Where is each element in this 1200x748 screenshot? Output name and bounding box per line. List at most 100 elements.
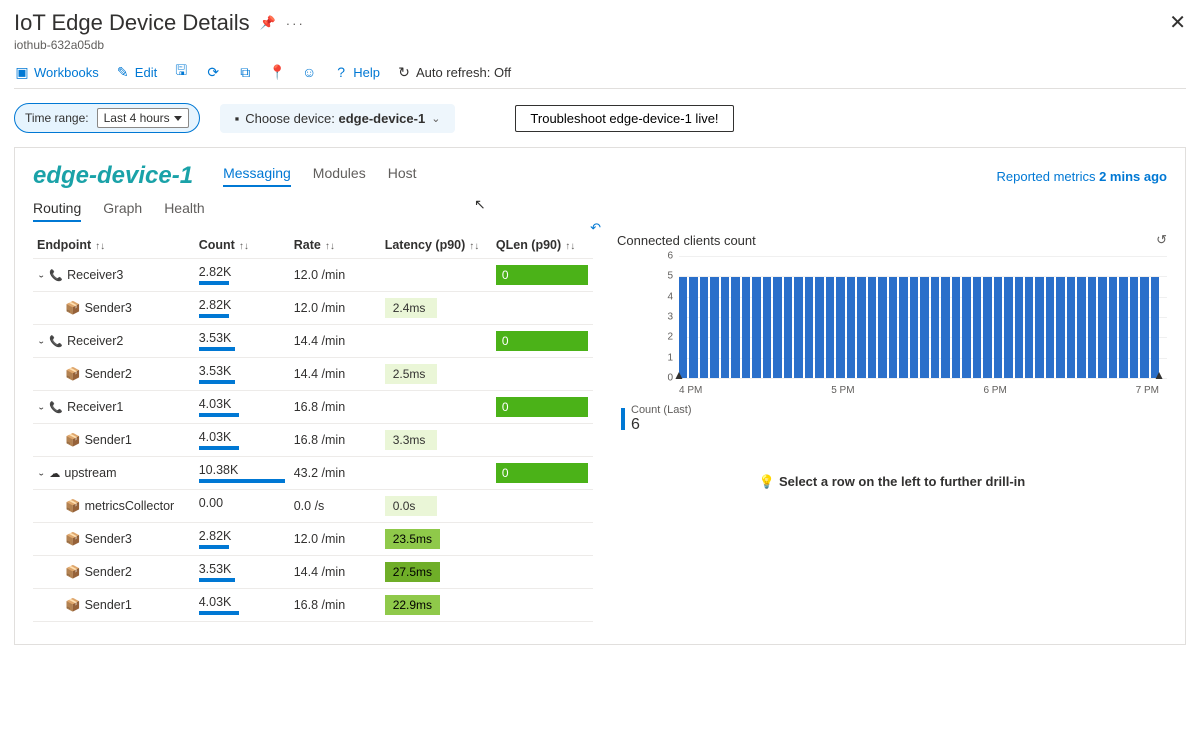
save-icon[interactable]: 🖫 (173, 64, 189, 80)
tab-host[interactable]: Host (388, 165, 417, 187)
chart-bar (931, 277, 939, 378)
count-value: 4.03K (199, 595, 286, 609)
count-value: 0.00 (199, 496, 286, 510)
close-icon[interactable]: ✕ (1169, 10, 1186, 35)
x-tick: 4 PM (679, 385, 702, 396)
chevron-down-icon[interactable]: ⌄ (37, 403, 45, 412)
subtitle: iothub-632a05db (14, 38, 305, 52)
endpoint-name: Receiver2 (67, 334, 123, 348)
choose-device-button[interactable]: ▪ Choose device: edge-device-1 ⌄ (220, 104, 456, 133)
chart-bar (784, 277, 792, 378)
more-icon[interactable]: ··· (286, 16, 305, 31)
chevron-down-icon[interactable]: ⌄ (37, 271, 45, 280)
th-latency[interactable]: Latency (p90)↑↓ (381, 232, 492, 259)
chart-bar (994, 277, 1002, 378)
chart-bar (857, 277, 865, 378)
endpoint-name: Sender3 (85, 532, 132, 546)
chart-bar (731, 277, 739, 378)
auto-refresh-button[interactable]: ↻Auto refresh: Off (396, 64, 511, 80)
chart-bar (878, 277, 886, 378)
range-handle-left[interactable]: ▲ (673, 368, 685, 382)
chart-area[interactable]: 0123456 ▲ ▲ 4 PM5 PM6 PM7 PM (617, 256, 1167, 396)
pin-icon[interactable]: 📌 (260, 15, 276, 31)
chart-bar (1077, 277, 1085, 378)
table-row[interactable]: 📦Sender32.82K12.0 /min23.5ms (33, 523, 593, 556)
table-row[interactable]: 📦Sender14.03K16.8 /min3.3ms (33, 424, 593, 457)
chart-bar (962, 277, 970, 378)
edit-button[interactable]: ✎Edit (115, 64, 157, 80)
tab-graph[interactable]: Graph (103, 200, 142, 222)
chart-bar (910, 277, 918, 378)
drill-hint: 💡Select a row on the left to further dri… (617, 474, 1167, 490)
routing-table: Endpoint↑↓ Count↑↓ Rate↑↓ Latency (p90)↑… (33, 232, 593, 622)
rate-value: 12.0 /min (290, 259, 381, 292)
share-icon[interactable]: ⧉ (237, 64, 253, 80)
feedback-icon[interactable]: ☺ (301, 64, 317, 80)
chart-bar (1140, 277, 1148, 378)
table-row[interactable]: ⌄📞Receiver23.53K14.4 /min0 (33, 325, 593, 358)
rate-value: 12.0 /min (290, 292, 381, 325)
y-tick: 2 (667, 332, 673, 343)
chart-bar (1025, 277, 1033, 378)
table-row[interactable]: 📦metricsCollector0.000.0 /s0.0s (33, 490, 593, 523)
chart-bar (1056, 277, 1064, 378)
chevron-down-icon[interactable]: ⌄ (37, 469, 45, 478)
phone-icon: 📞 (49, 269, 63, 282)
chart-bar (1098, 277, 1106, 378)
workbooks-button[interactable]: ▣Workbooks (14, 64, 99, 80)
count-value: 4.03K (199, 397, 286, 411)
latency-badge: 22.9ms (385, 595, 440, 615)
count-value: 2.82K (199, 265, 286, 279)
table-row[interactable]: ⌄📞Receiver14.03K16.8 /min0 (33, 391, 593, 424)
package-icon: 📦 (65, 532, 81, 547)
help-button[interactable]: ?Help (333, 64, 380, 80)
chevron-down-icon[interactable]: ⌄ (37, 337, 45, 346)
th-rate[interactable]: Rate↑↓ (290, 232, 381, 259)
tab-modules[interactable]: Modules (313, 165, 366, 187)
th-count[interactable]: Count↑↓ (195, 232, 290, 259)
chart-bar (700, 277, 708, 378)
rate-value: 0.0 /s (290, 490, 381, 523)
qlen-badge: 0 (496, 331, 588, 351)
chart-bar (1035, 277, 1043, 378)
table-row[interactable]: 📦Sender23.53K14.4 /min2.5ms (33, 358, 593, 391)
count-value: 3.53K (199, 331, 286, 345)
y-tick: 5 (667, 271, 673, 282)
table-row[interactable]: 📦Sender23.53K14.4 /min27.5ms (33, 556, 593, 589)
package-icon: 📦 (65, 433, 81, 448)
endpoint-name: Sender2 (85, 565, 132, 579)
chart-bar (1151, 277, 1159, 378)
undo-icon[interactable]: ↶ (590, 220, 601, 236)
table-row[interactable]: ⌄☁upstream10.38K43.2 /min0 (33, 457, 593, 490)
range-handle-right[interactable]: ▲ (1153, 368, 1165, 382)
tab-health[interactable]: Health (164, 200, 204, 222)
troubleshoot-button[interactable]: Troubleshoot edge-device-1 live! (515, 105, 733, 132)
endpoint-name: metricsCollector (85, 499, 175, 513)
time-range-select[interactable]: Last 4 hours (97, 108, 189, 128)
history-icon[interactable]: ↺ (1156, 232, 1167, 248)
endpoint-name: Sender1 (85, 433, 132, 447)
tab-routing[interactable]: Routing (33, 200, 81, 222)
th-endpoint[interactable]: Endpoint↑↓ (33, 232, 195, 259)
rate-value: 14.4 /min (290, 556, 381, 589)
package-icon: 📦 (65, 598, 81, 613)
x-tick: 7 PM (1136, 385, 1159, 396)
help-icon: ? (333, 64, 349, 80)
chart-bar (1046, 277, 1054, 378)
chart-bar (1004, 277, 1012, 378)
table-row[interactable]: 📦Sender32.82K12.0 /min2.4ms (33, 292, 593, 325)
table-row[interactable]: 📦Sender14.03K16.8 /min22.9ms (33, 589, 593, 622)
bulb-icon: 💡 (759, 474, 775, 489)
time-range-pill[interactable]: Time range: Last 4 hours (14, 103, 200, 133)
table-row[interactable]: ⌄📞Receiver32.82K12.0 /min0 (33, 259, 593, 292)
pin-toolbar-icon[interactable]: 📍 (269, 64, 285, 80)
tab-messaging[interactable]: Messaging (223, 165, 291, 187)
chart-bar (941, 277, 949, 378)
chart-bar (1067, 277, 1075, 378)
latency-badge: 2.5ms (385, 364, 437, 384)
th-qlen[interactable]: QLen (p90)↑↓ (492, 232, 593, 259)
refresh-icon[interactable]: ⟳ (205, 64, 221, 80)
y-tick: 6 (667, 251, 673, 262)
endpoint-name: Sender1 (85, 598, 132, 612)
primary-tabs: Messaging Modules Host (223, 165, 416, 187)
